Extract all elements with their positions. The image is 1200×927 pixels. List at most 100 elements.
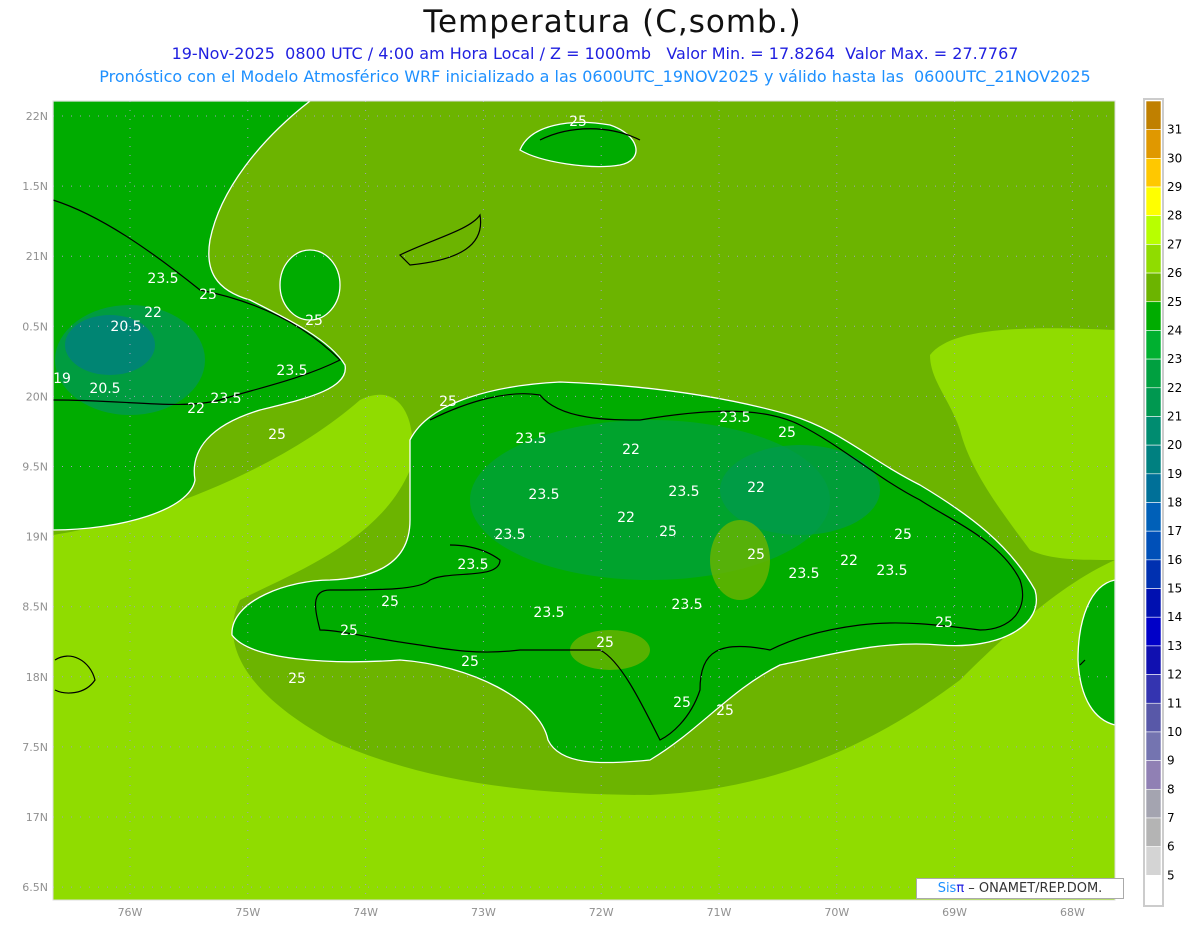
contour-label: 25 [268,427,286,443]
contour-label: 25 [778,425,796,441]
contour-label: 25 [659,524,677,540]
contour-label: 23.5 [533,605,564,621]
colorbar-label: 31 [1167,123,1182,137]
colorbar-bin [1145,702,1162,733]
colorbar-label: 6 [1167,840,1175,854]
colorbar-bin [1145,760,1162,790]
contour-label: 22 [617,510,635,526]
colorbar-bin [1145,875,1162,905]
lat-tick-label: 1.5N [22,180,48,193]
colorbar-bin [1145,788,1162,819]
colorbar-label: 24 [1167,323,1182,337]
colorbar-bin [1145,387,1162,417]
colorbar-bin [1145,100,1162,130]
colorbar-label: 10 [1167,725,1182,739]
lat-tick-label: 21N [26,250,48,263]
lon-tick-label: 70W [824,906,849,919]
contour-label: 25 [439,394,457,410]
contour-label: 25 [596,635,614,651]
brand-pi: π [956,881,965,896]
colorbar-bin [1145,473,1162,503]
colorbar-label: 8 [1167,782,1175,796]
lat-tick-label: 9.5N [22,461,48,474]
colorbar-bin [1145,301,1162,331]
lat-tick-label: 6.5N [22,881,48,894]
colorbar-bin [1145,530,1162,561]
colorbar-bin [1145,731,1162,761]
contour-label: 25 [199,287,217,303]
colorbar-bin [1145,588,1162,618]
lon-tick-label: 69W [942,906,967,919]
lon-tick-label: 71W [707,906,732,919]
colorbar-label: 30 [1167,151,1182,165]
longitude-labels: 76W 75W 74W 73W 72W 71W 70W 69W 68W [118,906,1085,919]
colorbar-label: 13 [1167,639,1182,653]
colorbar-label: 7 [1167,811,1175,825]
contour-label: 22 [622,442,640,458]
credit-text: – ONAMET/REP.DOM. [964,881,1103,896]
colorbar-bin [1145,358,1162,389]
contour-label: 20.5 [89,381,120,397]
colorbar-bin [1145,817,1162,847]
colorbar-label: 28 [1167,209,1182,223]
colorbar-bin [1145,330,1162,360]
contour-label: 23.5 [876,563,907,579]
model-info-subtitle: Pronóstico con el Modelo Atmosférico WRF… [99,67,1091,86]
contour-label: 23.5 [457,557,488,573]
contour-label: 23.5 [515,431,546,447]
colorbar-label: 11 [1167,696,1182,710]
colorbar-label: 18 [1167,496,1182,510]
colorbar-label: 26 [1167,266,1182,280]
contour-label: 23.5 [494,527,525,543]
lat-tick-label: 7.5N [22,741,48,754]
valid-time-subtitle: 19-Nov-2025 0800 UTC / 4:00 am Hora Loca… [171,44,1019,63]
colorbar-label: 22 [1167,381,1182,395]
colorbar-label: 9 [1167,754,1175,768]
colorbar-label: 19 [1167,467,1182,481]
colorbar-bin [1145,416,1162,446]
shaded-field [53,101,1115,900]
contour-label: 23.5 [276,363,307,379]
field-inagua [279,249,341,321]
colorbar-label: 12 [1167,668,1182,682]
lat-tick-label: 17N [26,811,48,824]
contour-label: 23.5 [671,597,702,613]
contour-label: 25 [305,313,323,329]
colorbar-bin [1145,846,1162,876]
colorbar-bin [1145,186,1162,217]
contour-label: 23.5 [528,487,559,503]
lon-tick-label: 74W [353,906,378,919]
lon-tick-label: 73W [471,906,496,919]
colorbar-bin [1145,674,1162,704]
lat-tick-label: 8.5N [22,601,48,614]
contour-label: 25 [747,547,765,563]
contour-label: 23.5 [719,410,750,426]
colorbar-label: 23 [1167,352,1182,366]
colorbar-bin [1145,616,1162,647]
colorbar-label: 25 [1167,295,1182,309]
contour-label: 23.5 [788,566,819,582]
contour-label: 25 [381,594,399,610]
brand-sis: Sis [937,881,957,896]
contour-label: 22 [187,401,205,417]
contour-label: 25 [673,695,691,711]
contour-label: 25 [569,114,587,130]
colorbar-label: 15 [1167,582,1182,596]
contour-label: 22 [747,480,765,496]
contour-label: 22 [840,553,858,569]
credit-box: Sisπ – ONAMET/REP.DOM. [916,878,1124,899]
lon-tick-label: 76W [118,906,143,919]
latitude-labels: 22N 1.5N 21N 0.5N 20N 9.5N 19N 8.5N 18N 7.5N 17N 6.… [22,110,48,894]
contour-label: 25 [340,623,358,639]
lat-tick-label: 19N [26,531,48,544]
colorbar-bin [1145,272,1162,303]
lat-tick-label: 18N [26,671,48,684]
map-title: Temperatura (C,somb.) [423,4,802,40]
colorbar-bin [1145,559,1162,589]
colorbar-label: 29 [1167,180,1182,194]
contour-label: 25 [461,654,479,670]
colorbar-label: 20 [1167,438,1182,452]
contour-label: 25 [288,671,306,687]
colorbar-bin [1145,244,1162,274]
lat-tick-label: 20N [26,390,48,403]
